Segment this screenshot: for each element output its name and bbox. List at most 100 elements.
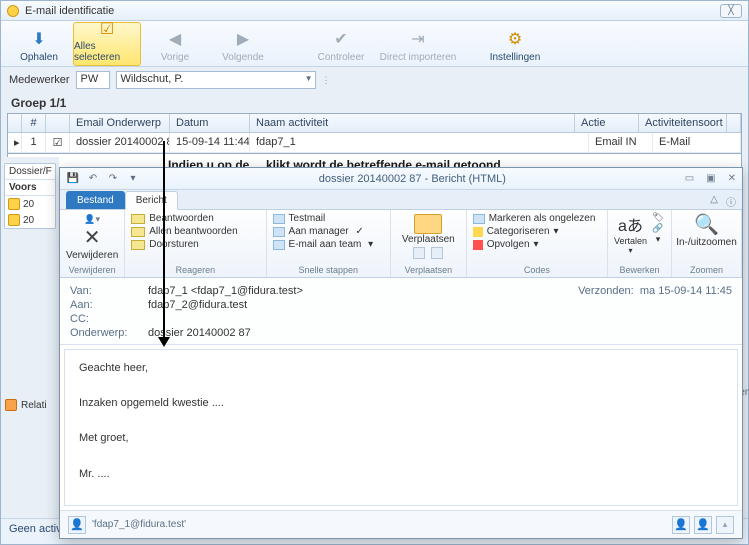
mail-header: Van: fdap7_1 <fdap7_1@fidura.test> Verzo…	[60, 278, 742, 345]
cell-num: 1	[22, 133, 46, 152]
edit-more-icons[interactable]: 🏷 🔗 ▾	[651, 212, 665, 255]
app-icon	[7, 5, 19, 17]
select-all-icon: ☑	[96, 19, 118, 39]
avatar-icon[interactable]: 👤	[694, 516, 712, 534]
window-close-button[interactable]: ╳	[720, 4, 742, 18]
reply-icon	[131, 214, 145, 224]
medewerker-code-input[interactable]: PW	[76, 71, 110, 89]
avatar-icon[interactable]: 👤	[68, 516, 86, 534]
direct-importeren-button[interactable]: ⇥ Direct importeren	[375, 22, 461, 66]
ribbon-group-bewerken: aあ Vertalen ▾ 🏷 🔗 ▾ Bewerken	[608, 210, 672, 277]
mail-window-title: dossier 20140002 87 - Bericht (HTML)	[140, 173, 685, 185]
ophalen-button[interactable]: ⬇ Ophalen	[5, 22, 73, 66]
mail-ribbon-tabs: Bestand Bericht △ ⓘ	[60, 190, 742, 210]
to-label: Aan:	[70, 299, 130, 311]
table-row[interactable]: ▸ 1 ☑ dossier 20140002 87 ... 15-09-14 1…	[8, 133, 741, 153]
zoom-icon[interactable]: 🔍	[694, 212, 719, 237]
grid-header-asoort[interactable]: Activiteitensoort	[639, 114, 727, 132]
instellingen-button[interactable]: ⚙ Instellingen	[481, 22, 549, 66]
grid-header-num[interactable]: #	[22, 114, 46, 132]
mail-body[interactable]: Geachte heer, Inzaken opgemeld kwestie .…	[64, 349, 738, 506]
check-icon: ✔	[330, 28, 352, 50]
cell-check[interactable]: ☑	[46, 133, 70, 152]
medewerker-label: Medewerker	[9, 74, 70, 86]
select-icon: ▾	[656, 234, 661, 245]
tab-bestand[interactable]: Bestand	[66, 191, 125, 209]
mail-undo-icon[interactable]: ↶	[86, 172, 100, 186]
followup-button[interactable]: Opvolgen ▾	[473, 238, 601, 251]
related-icon: 🔗	[652, 223, 663, 234]
vorige-button[interactable]: ◀ Vorige	[141, 22, 209, 66]
left-tab-voors[interactable]: Voors	[5, 180, 55, 196]
grid-header-actie[interactable]: Actie	[575, 114, 639, 132]
sent-value: ma 15-09-14 11:45	[640, 285, 732, 297]
cell-actie: Email IN	[589, 133, 653, 152]
actions-icon[interactable]	[431, 247, 443, 259]
mail-window: 💾 ↶ ↷ ▾ dossier 20140002 87 - Bericht (H…	[59, 167, 743, 539]
mail-redo-icon[interactable]: ↷	[106, 172, 120, 186]
ribbon-group-zoomen: 🔍 In-/uitzoomen Zoomen	[672, 210, 742, 277]
expand-people-pane-icon[interactable]: ▴	[716, 516, 734, 534]
cell-subject: dossier 20140002 87 ...	[70, 133, 170, 152]
ribbon-collapse-icon[interactable]: △	[710, 194, 718, 209]
dropdown-ellipsis-icon[interactable]: ⋮	[322, 75, 331, 86]
translate-button[interactable]: aあ Vertalen ▾	[614, 212, 647, 255]
grid-header-check[interactable]	[46, 114, 70, 132]
reply-all-button[interactable]: Allen beantwoorden	[131, 225, 259, 238]
quickstep-testmail[interactable]: Testmail	[273, 212, 384, 225]
reply-all-icon	[131, 227, 145, 237]
mail-titlebar: 💾 ↶ ↷ ▾ dossier 20140002 87 - Bericht (H…	[60, 168, 742, 190]
grid-header-subject[interactable]: Email Onderwerp	[70, 114, 170, 132]
email-grid: # Email Onderwerp Datum Naam activiteit …	[7, 113, 742, 154]
left-tab-dossier[interactable]: Dossier/F	[5, 164, 55, 180]
grid-header-date[interactable]: Datum	[170, 114, 250, 132]
quickstep-team[interactable]: E-mail aan team ▾	[273, 238, 384, 251]
mail-save-icon[interactable]: 💾	[66, 172, 80, 186]
mail-minimize-button[interactable]: ▭	[685, 173, 694, 184]
cell-date: 15-09-14 11:44	[170, 133, 250, 152]
mail-close-button[interactable]: ✕	[728, 173, 736, 184]
junk-dropdown[interactable]: 👤▾	[84, 214, 100, 225]
forward-icon	[131, 240, 145, 250]
mail-body-line: Met groet,	[79, 430, 723, 448]
ribbon-group-verplaatsen: Verplaatsen Verplaatsen	[391, 210, 467, 277]
categorize-button[interactable]: Categoriseren ▾	[473, 225, 601, 238]
relati-button[interactable]: Relati	[5, 399, 59, 411]
row-indicator-icon: ▸	[8, 133, 22, 152]
grid-header-row: # Email Onderwerp Datum Naam activiteit …	[8, 114, 741, 133]
delete-icon[interactable]: ✕	[84, 225, 101, 250]
tab-bericht[interactable]: Bericht	[125, 191, 178, 210]
move-folder-icon[interactable]	[414, 214, 442, 234]
ribbon-help-icon[interactable]: ⓘ	[726, 194, 736, 209]
list-item[interactable]: 20	[5, 212, 55, 228]
translate-icon: aあ	[618, 212, 643, 236]
mail-body-line: Geachte heer,	[79, 360, 723, 378]
medewerker-name-dropdown[interactable]: Wildschut, P. ▼	[116, 71, 316, 89]
mark-unread-button[interactable]: Markeren als ongelezen	[473, 212, 601, 225]
mail-body-line: Inzaken opgemeld kwestie ....	[79, 395, 723, 413]
quickstep-manager[interactable]: Aan manager ✓	[273, 225, 384, 238]
download-icon: ⬇	[28, 28, 50, 50]
mail-body-line: Mr. ....	[79, 466, 723, 484]
controleer-button[interactable]: ✔ Controleer	[307, 22, 375, 66]
chevron-down-icon: ▼	[305, 74, 313, 83]
list-item[interactable]: 20	[5, 196, 55, 212]
mail-maximize-button[interactable]: ▣	[706, 173, 715, 184]
rules-icon[interactable]	[413, 247, 425, 259]
subject-value: dossier 20140002 87	[148, 327, 251, 339]
groep-label: Groep 1/1	[1, 93, 748, 113]
alles-selecteren-button[interactable]: ☑ Alles selecteren	[73, 22, 141, 66]
reply-button[interactable]: Beantwoorden	[131, 212, 259, 225]
ribbon-group-codes: Markeren als ongelezen Categoriseren ▾ O…	[467, 210, 608, 277]
grid-header-activity[interactable]: Naam activiteit	[250, 114, 575, 132]
mail-qat-more-icon[interactable]: ▾	[126, 172, 140, 186]
forward-button[interactable]: Doorsturen	[131, 238, 259, 251]
mail-people-pane: 👤 'fdap7_1@fidura.test' 👤 👤 ▴	[60, 510, 742, 538]
cell-activity: fdap7_1	[250, 133, 589, 152]
avatar-icon[interactable]: 👤	[672, 516, 690, 534]
relation-icon	[5, 399, 17, 411]
volgende-button[interactable]: ▶ Volgende	[209, 22, 277, 66]
flag-icon	[473, 240, 483, 250]
from-label: Van:	[70, 285, 130, 297]
ribbon-group-snelle-stappen: Testmail Aan manager ✓ E-mail aan team ▾…	[267, 210, 391, 277]
